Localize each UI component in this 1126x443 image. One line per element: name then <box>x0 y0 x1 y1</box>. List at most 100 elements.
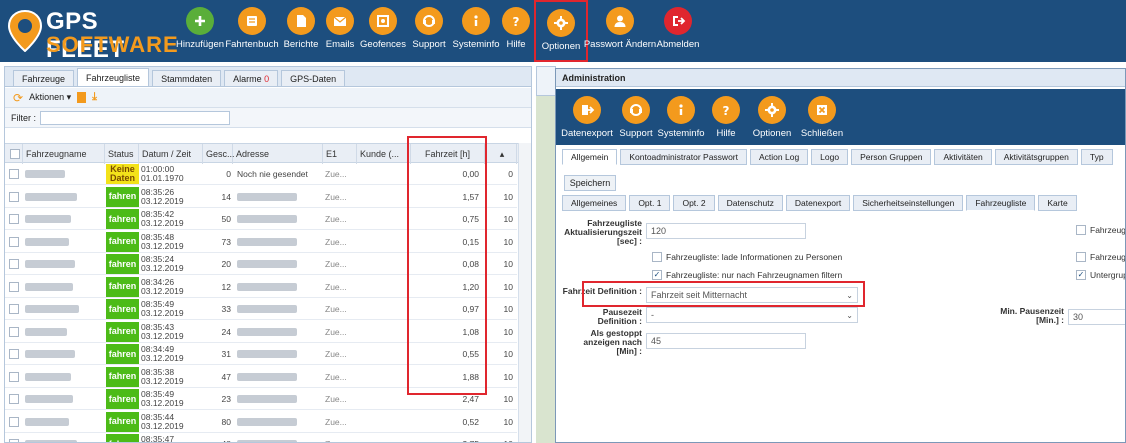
refresh-icon[interactable]: ⟳ <box>13 91 23 105</box>
tab-gps-daten[interactable]: GPS-Daten <box>281 70 346 86</box>
row-checkbox[interactable] <box>9 388 23 410</box>
row-checkbox[interactable] <box>9 343 23 365</box>
nav-label: Datenexport <box>561 128 613 139</box>
cb-lade-personen[interactable]: Fahrzeugliste: lade Informationen zu Per… <box>652 252 842 262</box>
row-checkbox[interactable] <box>9 253 23 275</box>
admin-nav-hilfe[interactable]: ? Hilfe <box>706 89 746 145</box>
row-checkbox[interactable] <box>9 186 23 208</box>
cb-right-2[interactable]: Fahrzeugli <box>1076 252 1125 262</box>
admin-tab-3[interactable]: Logo <box>811 149 849 165</box>
row-checkbox[interactable] <box>9 411 23 433</box>
map-view[interactable] <box>536 96 556 443</box>
nav-passwort-aendern[interactable]: Passwort Ändern <box>584 0 656 62</box>
admin-subtab-6[interactable]: Fahrzeugliste <box>966 195 1036 211</box>
row-checkbox[interactable] <box>9 366 23 388</box>
actions-menu-button[interactable]: Aktionen ▾ <box>29 92 71 103</box>
row-checkbox[interactable] <box>9 231 23 253</box>
tab-fahrzeugliste[interactable]: Fahrzeugliste <box>77 68 150 86</box>
e1-cell: Zue... <box>325 349 347 359</box>
row-checkbox[interactable] <box>9 276 23 298</box>
admin-tab-6[interactable]: Aktivitätsgruppen <box>994 149 1078 165</box>
admin-nav-datenexport[interactable]: Datenexport <box>558 89 616 145</box>
nav-fahrtenbuch[interactable]: Fahrtenbuch <box>224 0 280 62</box>
download-icon[interactable]: ⤓ <box>92 91 97 104</box>
last-cell: 10 <box>503 349 513 359</box>
row-checkbox[interactable] <box>9 321 23 343</box>
admin-subtab-2[interactable]: Opt. 2 <box>673 195 715 211</box>
save-button[interactable]: Speichern <box>564 175 616 191</box>
row-checkbox[interactable] <box>9 298 23 320</box>
cb-nur-fahrzeugnamen[interactable]: ✓ Fahrzeugliste: nur nach Fahrzeugnamen f… <box>652 270 842 280</box>
checkbox[interactable] <box>652 252 662 262</box>
admin-nav-systeminfo[interactable]: Systeminfo <box>656 89 706 145</box>
admin-nav-schliessen[interactable]: Schließen <box>798 89 846 145</box>
pdf-export-icon[interactable] <box>77 92 87 103</box>
nav-optionen[interactable]: Optionen <box>534 0 588 62</box>
admin-subtab-4[interactable]: Datenexport <box>785 195 851 211</box>
col-adresse[interactable]: Adresse <box>233 144 323 164</box>
admin-subtab-0[interactable]: Allgemeines <box>562 195 627 211</box>
admin-tab-2[interactable]: Action Log <box>750 149 809 165</box>
last-cell: 10 <box>489 433 513 442</box>
cb-right-3[interactable]: ✓ Untergrup <box>1076 270 1125 280</box>
col-datum-zeit[interactable]: Datum / Zeit <box>139 144 203 164</box>
select-all-checkbox[interactable] <box>5 144 23 164</box>
admin-subtab-3[interactable]: Datenschutz <box>717 195 783 211</box>
status-badge: fahren <box>106 389 139 409</box>
cb-right-1[interactable]: Fahrzeugli <box>1076 225 1125 235</box>
status-badge: fahren <box>106 299 139 319</box>
admin-subtab-7[interactable]: Karte <box>1038 195 1077 211</box>
nav-label: Optionen <box>752 128 792 139</box>
refresh-time-input[interactable]: 120 <box>646 223 806 239</box>
min-pausenzeit-input[interactable]: 30 <box>1068 309 1125 325</box>
tab-fahrzeuge[interactable]: Fahrzeuge <box>13 70 75 86</box>
admin-tab-4[interactable]: Person Gruppen <box>851 149 932 165</box>
refresh-time-label: Fahrzeugliste Aktualisierungszeit [sec] … <box>564 218 642 246</box>
admin-nav-support[interactable]: Support <box>616 89 656 145</box>
tab-stammdaten[interactable]: Stammdaten <box>152 70 222 86</box>
nav-berichte[interactable]: Berichte <box>280 0 322 62</box>
last-cell: 10 <box>503 191 513 202</box>
col-geschwindigkeit[interactable]: Gesc... <box>203 144 235 164</box>
gestoppt-input[interactable]: 45 <box>646 333 806 349</box>
pausezeit-definition-select[interactable]: - ⌄ <box>646 307 858 323</box>
admin-tab-7[interactable]: Typ <box>1080 149 1113 165</box>
tab-label: Alarme <box>233 73 262 84</box>
checkbox-checked[interactable]: ✓ <box>1076 270 1086 280</box>
admin-subtab-1[interactable]: Opt. 1 <box>629 195 671 211</box>
admin-tab-5[interactable]: Aktivitäten <box>934 149 992 165</box>
nav-support[interactable]: Support <box>408 0 450 62</box>
vehicle-name-redacted <box>25 366 103 388</box>
info-icon <box>462 7 490 35</box>
nav-hinzufuegen[interactable]: Hinzufügen <box>176 0 224 62</box>
admin-nav-optionen[interactable]: Optionen <box>746 89 798 145</box>
sort-up-icon[interactable]: ▴ <box>485 144 517 164</box>
nav-geofences[interactable]: Geofences <box>358 0 408 62</box>
row-checkbox[interactable] <box>9 163 23 185</box>
nav-systeminfo[interactable]: Systeminfo <box>450 0 502 62</box>
col-kunde[interactable]: Kunde (... <box>357 144 411 164</box>
checkbox[interactable] <box>1076 252 1086 262</box>
tab-alarme[interactable]: Alarme 0 <box>224 70 279 86</box>
nav-abmelden[interactable]: Abmelden <box>652 0 704 62</box>
grid-scrollbar[interactable] <box>518 143 531 442</box>
checkbox[interactable] <box>1076 225 1086 235</box>
status-badge: fahren <box>106 209 139 229</box>
filter-input[interactable] <box>40 110 231 125</box>
nav-hilfe[interactable]: ? Hilfe <box>502 0 530 62</box>
table-row[interactable]: fahren 08:35:44 03.12.2019 80 Zue... 0,52 10 <box>5 411 517 433</box>
admin-tab-1[interactable]: Kontoadministrator Passwort <box>620 149 747 165</box>
admin-tab-0[interactable]: Allgemein <box>562 149 618 165</box>
col-status[interactable]: Status <box>105 144 139 164</box>
table-row[interactable]: fahren08:35:4703.12.2019 48 Zue... 3,75 10 <box>5 433 517 442</box>
admin-subtab-5[interactable]: Sicherheitseinstellungen <box>853 195 964 211</box>
checkbox-checked[interactable]: ✓ <box>652 270 662 280</box>
row-checkbox[interactable] <box>9 208 23 230</box>
row-checkbox[interactable] <box>9 433 23 442</box>
nav-emails[interactable]: Emails <box>322 0 358 62</box>
nav-label: Systeminfo <box>657 128 705 139</box>
col-fahrzeugname[interactable]: Fahrzeugname <box>23 144 105 164</box>
date-value: 03.12.2019 <box>141 218 184 228</box>
speed-cell: 12 <box>221 281 231 292</box>
col-e1[interactable]: E1 <box>323 144 357 164</box>
